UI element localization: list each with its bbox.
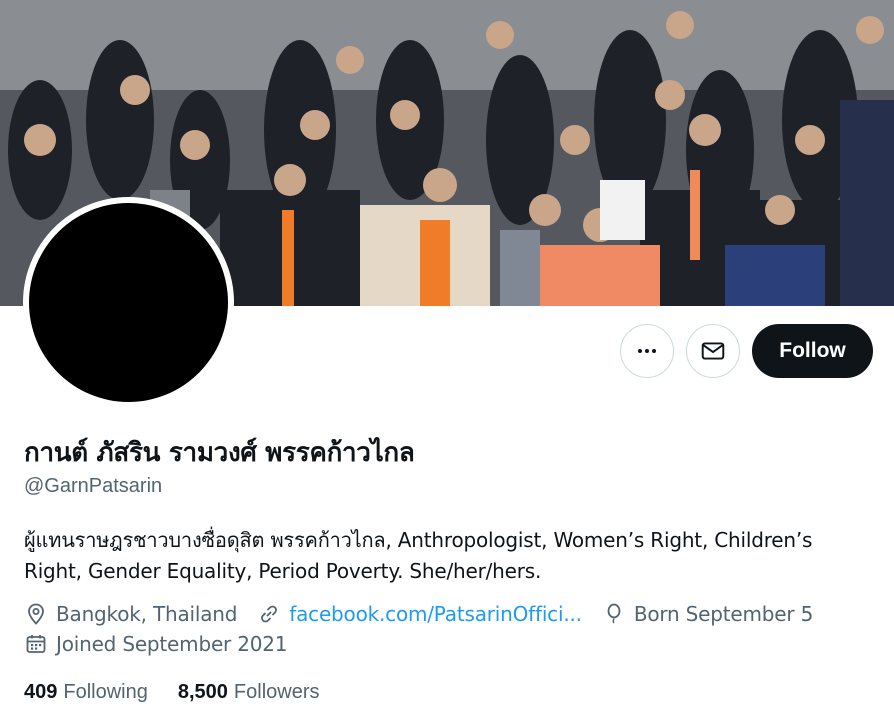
followers-stat[interactable]: 8,500 Followers [178, 679, 320, 705]
avatar-ring [23, 197, 234, 408]
more-icon [638, 349, 656, 353]
following-stat[interactable]: 409 Following [24, 679, 148, 705]
joined-text: Joined September 2021 [56, 632, 288, 656]
birthday-text: Born September 5 [633, 602, 814, 626]
follow-button[interactable]: Follow [752, 324, 873, 378]
followers-count: 8,500 [177, 681, 228, 703]
message-button[interactable] [686, 324, 740, 378]
location: Bangkok, Thailand [24, 601, 237, 627]
profile-info: กานต์ ภัสริน รามวงศ์ พรรคก้าวไกล @GarnPa… [24, 435, 874, 705]
followers-label: Followers [233, 681, 320, 703]
calendar-icon [24, 632, 48, 656]
following-count: 409 [24, 681, 58, 703]
website: facebook.com/PatsarinOffici... [257, 601, 582, 627]
joined: Joined September 2021 [24, 631, 288, 657]
profile-meta: Bangkok, Thailand facebook.com/PatsarinO… [24, 601, 874, 657]
display-name: กานต์ ภัสริน รามวงศ์ พรรคก้าวไกล [24, 438, 415, 468]
user-handle: @GarnPatsarin [24, 475, 163, 497]
mail-icon [701, 342, 725, 360]
balloon-icon [602, 602, 626, 626]
location-pin-icon [24, 602, 48, 626]
profile-actions: Follow [620, 324, 873, 378]
avatar[interactable] [29, 203, 228, 402]
follow-stats: 409 Following 8,500 Followers [24, 679, 874, 705]
bio: ผู้แทนราษฎรชาวบางซื่อดุสิต พรรคก้าวไกล, … [24, 528, 813, 583]
website-link[interactable]: facebook.com/PatsarinOffici... [289, 601, 582, 627]
link-icon [257, 602, 281, 626]
location-text: Bangkok, Thailand [56, 602, 238, 626]
birthday: Born September 5 [602, 601, 813, 627]
more-button[interactable] [620, 324, 674, 378]
following-label: Following [63, 681, 148, 703]
